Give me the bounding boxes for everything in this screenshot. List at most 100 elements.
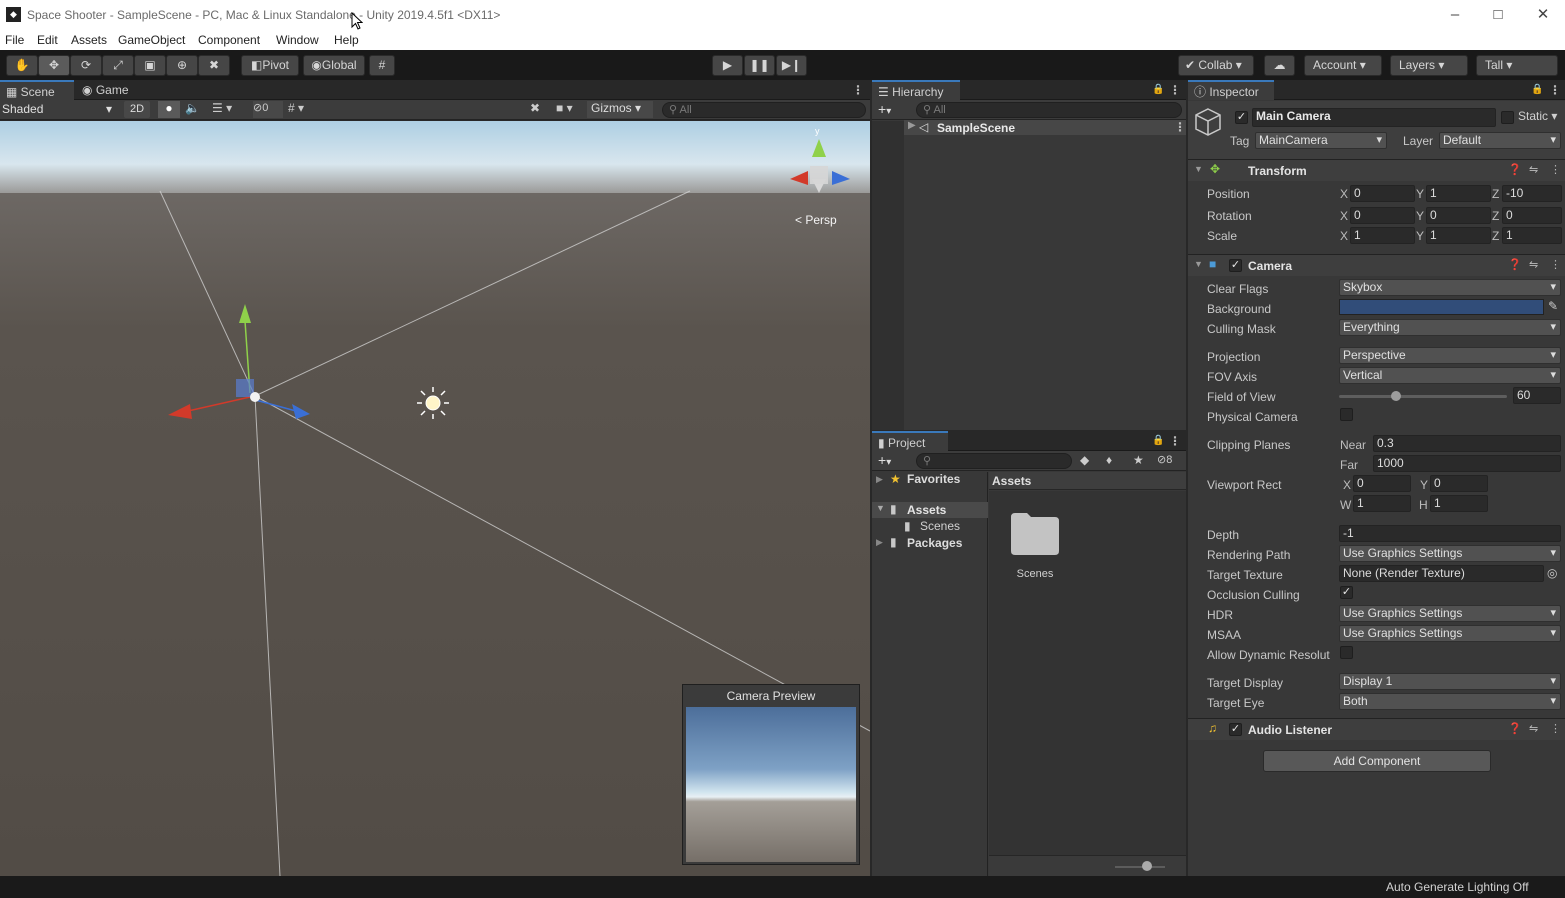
global-toggle[interactable]: ◉Global bbox=[303, 55, 365, 76]
position-y-field[interactable]: 1 bbox=[1426, 185, 1491, 202]
create-add-icon[interactable]: +▾ bbox=[878, 101, 891, 117]
camera-header[interactable]: ▼ ■ ✓ Camera ❓ ⇋ ⋮ bbox=[1188, 254, 1565, 276]
scene-row[interactable]: ▶ ◁ SampleScene ⋮ bbox=[904, 120, 1186, 135]
perspective-toggle[interactable]: < Persp bbox=[795, 213, 837, 227]
grid-snap-icon[interactable]: # bbox=[369, 55, 395, 76]
far-field[interactable]: 1000 bbox=[1373, 455, 1561, 472]
fov-slider-handle[interactable] bbox=[1391, 391, 1402, 401]
object-name-field[interactable]: Main Camera bbox=[1252, 108, 1496, 127]
component-menu-icon[interactable]: ⋮ bbox=[1550, 722, 1561, 735]
tab-inspector[interactable]: ⓘ Inspector bbox=[1188, 80, 1274, 100]
folder-label[interactable]: Scenes bbox=[989, 568, 1081, 580]
static-dropdown[interactable]: Static ▾ bbox=[1518, 109, 1557, 123]
rect-tool-icon[interactable]: ▣ bbox=[134, 55, 166, 76]
camera-enabled-checkbox[interactable]: ✓ bbox=[1229, 259, 1242, 272]
create-add-icon[interactable]: +▾ bbox=[878, 452, 891, 468]
collab-dropdown[interactable]: ✔ Collab ▾ bbox=[1178, 55, 1254, 76]
lock-icon[interactable]: 🔒 bbox=[1531, 84, 1543, 95]
scale-z-field[interactable]: 1 bbox=[1502, 227, 1562, 244]
camera-icon[interactable]: ■ ▾ bbox=[556, 101, 584, 115]
tab-game[interactable]: ◉ Game bbox=[76, 80, 142, 100]
component-menu-icon[interactable]: ⋮ bbox=[1550, 163, 1561, 176]
scale-tool-icon[interactable]: ⤢ bbox=[102, 55, 134, 76]
icon-size-slider-handle[interactable] bbox=[1142, 861, 1152, 871]
culling-mask-dropdown[interactable]: Everything bbox=[1339, 319, 1561, 336]
step-icon[interactable]: ▶❙ bbox=[776, 55, 807, 76]
rotate-tool-icon[interactable]: ⟳ bbox=[70, 55, 102, 76]
transform-header[interactable]: ▼ ✥ Transform ❓ ⇋ ⋮ bbox=[1188, 159, 1565, 181]
occlusion-culling-checkbox[interactable]: ✓ bbox=[1340, 586, 1353, 599]
menu-edit[interactable]: Edit bbox=[37, 33, 58, 47]
hidden-packages-toggle[interactable]: ⊘8 bbox=[1157, 453, 1172, 466]
transform-tool-icon[interactable]: ⊕ bbox=[166, 55, 198, 76]
2d-toggle[interactable]: 2D bbox=[124, 101, 150, 118]
custom-tool-icon[interactable]: ✖ bbox=[198, 55, 230, 76]
move-tool-icon[interactable]: ✥ bbox=[38, 55, 70, 76]
object-picker-icon[interactable]: ◎ bbox=[1547, 566, 1557, 580]
component-menu-icon[interactable]: ⋮ bbox=[1550, 258, 1561, 271]
hdr-dropdown[interactable]: Use Graphics Settings bbox=[1339, 605, 1561, 622]
effects-icon[interactable]: ☰ ▾ bbox=[212, 101, 244, 115]
help-icon[interactable]: ❓ bbox=[1508, 722, 1522, 735]
menu-component[interactable]: Component bbox=[198, 33, 260, 47]
minimize-icon[interactable]: – bbox=[1440, 5, 1470, 25]
depth-field[interactable]: -1 bbox=[1339, 525, 1561, 542]
audio-listener-checkbox[interactable]: ✓ bbox=[1229, 723, 1242, 736]
collapse-arrow-icon[interactable]: ▼ bbox=[1194, 164, 1203, 174]
active-checkbox[interactable]: ✓ bbox=[1235, 111, 1248, 124]
filter-label-icon[interactable]: ♦ bbox=[1106, 453, 1112, 467]
project-menu-icon[interactable]: ⋮ bbox=[1169, 434, 1181, 448]
projection-dropdown[interactable]: Perspective bbox=[1339, 347, 1561, 364]
scene-view[interactable]: y < Persp Camera Preview bbox=[0, 121, 870, 876]
scene-search-input[interactable]: ⚲ All bbox=[662, 102, 866, 118]
near-field[interactable]: 0.3 bbox=[1373, 435, 1561, 452]
lock-icon[interactable]: 🔒 bbox=[1152, 84, 1164, 95]
project-search-input[interactable]: ⚲ bbox=[916, 453, 1072, 469]
collapse-arrow-icon[interactable]: ▼ bbox=[1194, 259, 1203, 269]
preset-icon[interactable]: ⇋ bbox=[1529, 722, 1538, 735]
rotation-x-field[interactable]: 0 bbox=[1350, 207, 1415, 224]
menu-assets[interactable]: Assets bbox=[71, 33, 107, 47]
tag-dropdown[interactable]: MainCamera bbox=[1255, 132, 1387, 149]
close-icon[interactable]: ✕ bbox=[1528, 5, 1558, 25]
viewport-x-field[interactable]: 0 bbox=[1353, 475, 1411, 492]
tab-hierarchy[interactable]: ☰ Hierarchy bbox=[872, 80, 960, 100]
layout-dropdown[interactable]: Tall ▾ bbox=[1476, 55, 1558, 76]
fov-slider-track[interactable] bbox=[1339, 391, 1507, 401]
target-eye-dropdown[interactable]: Both bbox=[1339, 693, 1561, 710]
viewport-w-field[interactable]: 1 bbox=[1353, 495, 1411, 512]
viewport-y-field[interactable]: 0 bbox=[1430, 475, 1488, 492]
audio-listener-header[interactable]: ♫ ✓ Audio Listener ❓ ⇋ ⋮ bbox=[1188, 718, 1565, 740]
grid-icon[interactable]: # ▾ bbox=[288, 101, 324, 115]
folder-icon[interactable] bbox=[1011, 511, 1059, 555]
expand-arrow-icon[interactable]: ▶ bbox=[876, 474, 883, 485]
assets-breadcrumb-label[interactable]: Assets bbox=[992, 474, 1031, 488]
static-checkbox[interactable] bbox=[1501, 111, 1514, 124]
scene-menu-icon[interactable]: ⋮ bbox=[852, 83, 864, 97]
expand-arrow-icon[interactable]: ▶ bbox=[876, 537, 883, 548]
hierarchy-search-input[interactable]: ⚲ All bbox=[916, 102, 1182, 118]
rendering-path-dropdown[interactable]: Use Graphics Settings bbox=[1339, 545, 1561, 562]
physical-camera-checkbox[interactable] bbox=[1340, 408, 1353, 421]
preset-icon[interactable]: ⇋ bbox=[1529, 258, 1538, 271]
lock-icon[interactable]: 🔒 bbox=[1152, 435, 1164, 446]
target-display-dropdown[interactable]: Display 1 bbox=[1339, 673, 1561, 690]
tab-scene[interactable]: ▦ Scene bbox=[0, 80, 74, 100]
background-color-swatch[interactable] bbox=[1339, 299, 1544, 315]
tab-project[interactable]: ▮ Project bbox=[872, 431, 948, 451]
play-icon[interactable]: ▶ bbox=[712, 55, 743, 76]
menu-gameobject[interactable]: GameObject bbox=[118, 33, 185, 47]
lighting-status[interactable]: Auto Generate Lighting Off bbox=[1386, 880, 1529, 894]
fov-field[interactable]: 60 bbox=[1513, 387, 1561, 404]
favorites-label[interactable]: Favorites bbox=[907, 472, 960, 486]
menu-window[interactable]: Window bbox=[276, 33, 319, 47]
expand-arrow-icon[interactable]: ▶ bbox=[908, 120, 916, 131]
hidden-objects-toggle[interactable]: ⊘0 bbox=[253, 101, 283, 118]
menu-help[interactable]: Help bbox=[334, 33, 359, 47]
filter-type-icon[interactable]: ◆ bbox=[1080, 453, 1089, 467]
scale-y-field[interactable]: 1 bbox=[1426, 227, 1491, 244]
dynamic-resolution-checkbox[interactable] bbox=[1340, 646, 1353, 659]
help-icon[interactable]: ❓ bbox=[1508, 258, 1522, 271]
lighting-icon[interactable]: ● bbox=[158, 101, 180, 118]
cloud-icon[interactable]: ☁ bbox=[1264, 55, 1295, 76]
